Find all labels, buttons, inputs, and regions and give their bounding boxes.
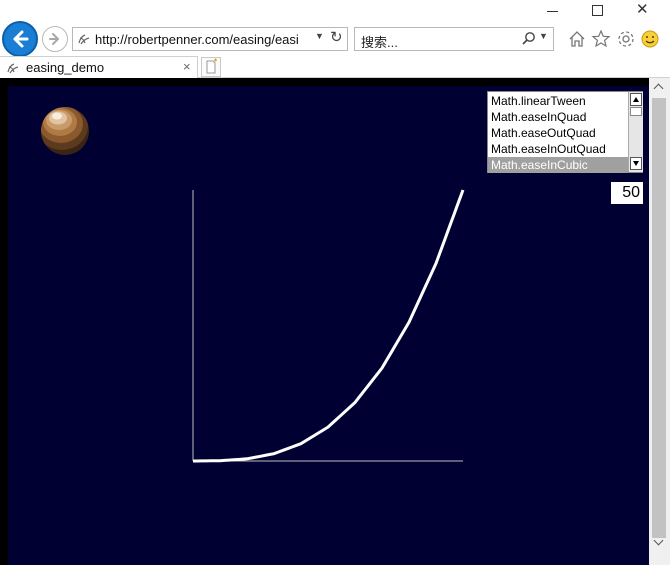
tab-close-icon[interactable]: × <box>183 59 191 74</box>
back-button[interactable] <box>2 21 38 57</box>
new-tab-button[interactable] <box>201 57 221 77</box>
favorites-star-icon[interactable] <box>591 29 611 49</box>
easing-curve <box>193 189 465 463</box>
site-favicon-icon <box>78 34 90 45</box>
duration-field[interactable]: 50 <box>611 182 643 204</box>
address-dropdown-icon[interactable]: ▼ <box>315 31 324 41</box>
back-arrow-icon <box>13 30 29 48</box>
new-tab-icon <box>206 58 217 74</box>
minimize-icon[interactable] <box>546 4 560 18</box>
easing-function-list[interactable]: Math.linearTween Math.easeInQuad Math.ea… <box>487 91 643 173</box>
navigation-bar: http://robertpenner.com/easing/easi ▼ ↻ … <box>0 20 670 57</box>
page-content: Math.linearTween Math.easeInQuad Math.ea… <box>0 78 649 565</box>
address-url[interactable]: http://robertpenner.com/easing/easi <box>95 32 313 47</box>
forward-button[interactable] <box>42 26 68 52</box>
tab-title[interactable]: easing_demo <box>26 60 104 75</box>
search-placeholder[interactable]: 搜索... <box>361 32 398 51</box>
tab-bar: easing_demo × <box>0 56 670 79</box>
list-scroll-up-icon[interactable] <box>630 93 642 106</box>
scroll-down-icon[interactable] <box>649 533 670 551</box>
list-item[interactable]: Math.easeInQuad <box>488 109 628 125</box>
list-item-selected[interactable]: Math.easeInCubic <box>488 157 628 173</box>
settings-gear-icon[interactable] <box>616 29 636 49</box>
search-icon[interactable] <box>521 31 537 47</box>
tab-easing-demo[interactable]: easing_demo × <box>0 56 198 79</box>
list-scrollbar[interactable] <box>628 92 643 172</box>
list-item[interactable]: Math.easeInOutQuad <box>488 141 628 157</box>
browser-window: ✕ http://robertpenner.com/easing/easi ▼ … <box>0 0 670 565</box>
scroll-up-icon[interactable] <box>649 78 670 96</box>
close-icon[interactable]: ✕ <box>636 2 650 18</box>
title-bar: ✕ <box>0 0 670 20</box>
scroll-thumb[interactable] <box>652 98 666 538</box>
search-dropdown-icon[interactable]: ▼ <box>539 31 548 41</box>
list-item[interactable]: Math.linearTween <box>488 93 628 109</box>
refresh-icon[interactable]: ↻ <box>330 28 343 46</box>
home-icon[interactable] <box>567 29 587 49</box>
flash-stage: Math.linearTween Math.easeInQuad Math.ea… <box>8 86 649 565</box>
list-scroll-down-icon[interactable] <box>630 157 642 170</box>
tab-favicon-icon <box>7 63 19 74</box>
list-item[interactable]: Math.easeOutQuad <box>488 125 628 141</box>
forward-arrow-icon <box>49 33 59 45</box>
address-bar[interactable]: http://robertpenner.com/easing/easi ▼ ↻ <box>72 27 348 51</box>
search-box[interactable]: 搜索... ▼ <box>354 27 554 51</box>
feedback-smiley-icon[interactable] <box>640 29 660 49</box>
page-scrollbar[interactable] <box>649 78 670 565</box>
maximize-icon[interactable] <box>591 5 605 19</box>
list-scroll-thumb[interactable] <box>630 107 642 116</box>
